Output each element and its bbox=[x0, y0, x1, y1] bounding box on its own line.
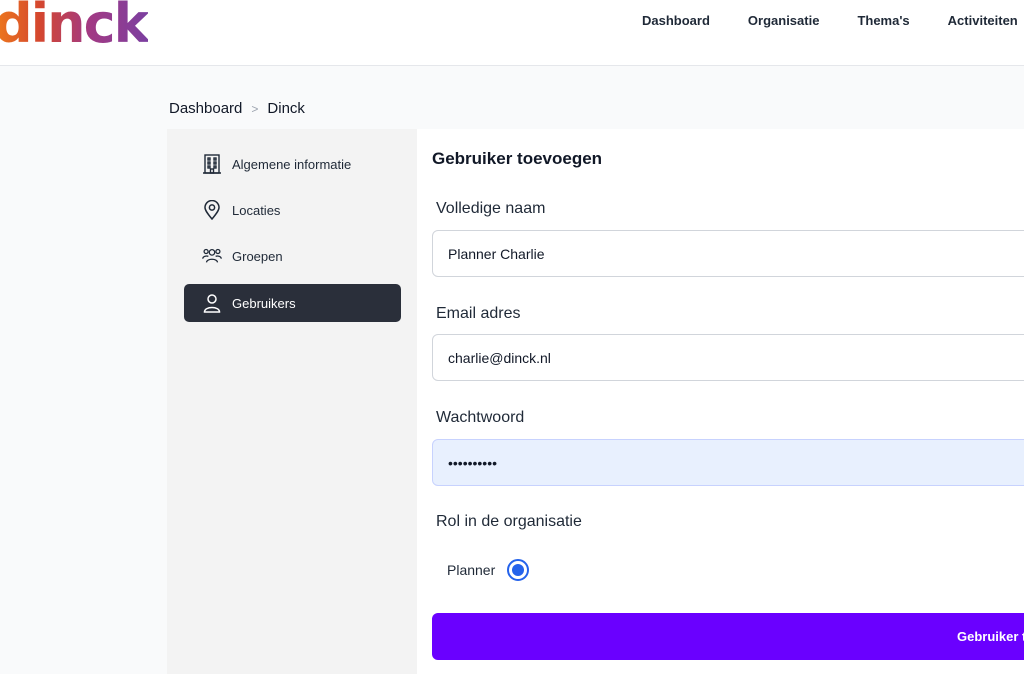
building-icon bbox=[202, 154, 222, 174]
dinck-logo[interactable]: dinck bbox=[0, 0, 150, 54]
top-header: dinck Dashboard Organisatie Thema's Acti… bbox=[0, 0, 1024, 66]
add-user-form: Gebruiker toevoegen Volledige naam Email… bbox=[417, 129, 1024, 674]
sidebar-item-algemene-informatie[interactable]: Algemene informatie bbox=[184, 145, 401, 183]
location-pin-icon bbox=[202, 200, 222, 220]
nav-dashboard[interactable]: Dashboard bbox=[642, 12, 710, 30]
email-label: Email adres bbox=[436, 305, 521, 322]
sidebar: Algemene informatie Locaties Groepen Geb… bbox=[167, 129, 417, 674]
users-group-icon bbox=[202, 246, 222, 266]
sidebar-item-groepen[interactable]: Groepen bbox=[184, 237, 401, 275]
breadcrumb-current: Dinck bbox=[267, 100, 305, 117]
nav-themas[interactable]: Thema's bbox=[857, 12, 909, 30]
password-input[interactable] bbox=[432, 439, 1024, 486]
full-name-input[interactable] bbox=[432, 230, 1024, 277]
role-option-label: Planner bbox=[447, 562, 496, 578]
nav-activiteiten[interactable]: Activiteiten bbox=[948, 12, 1018, 30]
sidebar-item-label: Groepen bbox=[232, 248, 283, 264]
form-title: Gebruiker toevoegen bbox=[432, 149, 603, 168]
breadcrumb-separator: > bbox=[251, 101, 259, 116]
sidebar-item-gebruikers[interactable]: Gebruikers bbox=[184, 284, 401, 322]
password-label: Wachtwoord bbox=[436, 409, 525, 426]
role-planner-radio[interactable] bbox=[507, 559, 530, 581]
add-user-button[interactable]: Gebruiker t bbox=[432, 613, 1024, 660]
sidebar-item-label: Locaties bbox=[232, 202, 281, 218]
sidebar-item-locaties[interactable]: Locaties bbox=[184, 191, 401, 229]
role-radio-group: Planner bbox=[447, 559, 530, 581]
user-icon bbox=[202, 293, 222, 313]
full-name-label: Volledige naam bbox=[436, 200, 546, 217]
email-input[interactable] bbox=[432, 334, 1024, 381]
radio-selected-dot bbox=[512, 564, 525, 576]
main-nav: Dashboard Organisatie Thema's Activiteit… bbox=[642, 12, 1024, 30]
sidebar-item-label: Gebruikers bbox=[232, 295, 296, 311]
sidebar-item-label: Algemene informatie bbox=[232, 156, 352, 172]
nav-organisatie[interactable]: Organisatie bbox=[748, 12, 820, 30]
breadcrumb-dashboard[interactable]: Dashboard bbox=[169, 100, 242, 117]
role-label: Rol in de organisatie bbox=[436, 513, 582, 530]
breadcrumb: Dashboard > Dinck bbox=[169, 100, 305, 117]
